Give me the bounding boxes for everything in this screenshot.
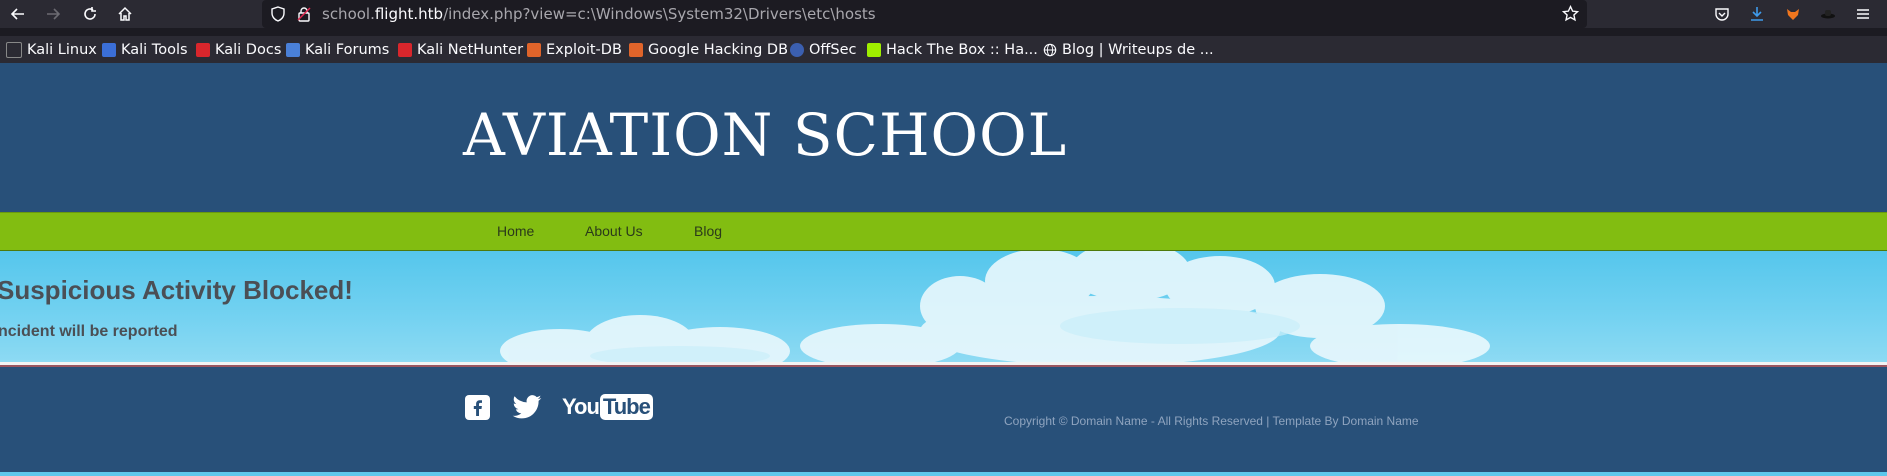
bookmark-label: Blog | Writeups de ... [1062,42,1214,58]
bookmark-label: Kali Forums [305,42,390,58]
site-title[interactable]: AVIATION SCHOOL [463,101,1067,169]
web-page: AVIATION SCHOOL Home About Us Blog Suspi… [0,63,1887,476]
offsec-icon [790,43,804,57]
fox-extension-icon [1787,9,1799,20]
bookmark-blog-writeups[interactable]: Blog | Writeups de ... [1043,40,1214,60]
bookmark-label: Google Hacking DB [648,42,789,58]
reload-button[interactable] [79,3,101,25]
youtube-tube-text: Tube [599,394,653,420]
address-bar[interactable]: school.flight.htb/index.php?view=c:\Wind… [262,0,1587,28]
bookmark-kali-tools[interactable]: Kali Tools [102,40,188,60]
bookmark-google-hacking-db[interactable]: Google Hacking DB [629,40,788,60]
youtube-icon: You Tube [562,394,653,420]
pocket-icon [1715,8,1729,21]
hero-subtitle: ncident will be reported [0,323,178,340]
kali-dragon-icon [6,42,22,58]
downloads-button[interactable] [1746,3,1768,25]
kali-forums-icon [286,43,300,57]
bookmark-offsec[interactable]: OffSec [790,40,857,60]
back-arrow-icon [10,8,24,20]
kali-nethunter-icon [398,43,412,57]
url-path: /index.php?view=c:\Windows\System32\Driv… [443,5,876,23]
hero-title: Suspicious Activity Blocked! [0,275,353,305]
kali-docs-icon [196,43,210,57]
bookmark-label: Kali Docs [215,42,282,58]
bookmark-kali-docs[interactable]: Kali Docs [196,40,281,60]
footer-bottom-strip [0,472,1887,476]
bookmark-star-icon[interactable] [1562,5,1579,22]
twitter-icon [512,395,542,419]
bookmark-label: Exploit-DB [546,42,622,58]
url-text[interactable]: school.flight.htb/index.php?view=c:\Wind… [322,5,876,23]
url-subdomain: school. [322,5,375,23]
reload-icon [84,7,96,20]
hero-banner: Suspicious Activity Blocked! ncident wil… [0,251,1887,362]
main-nav: Home About Us Blog [0,212,1887,252]
back-button[interactable] [7,3,29,25]
facebook-icon [465,395,490,420]
shield-icon[interactable] [270,6,286,22]
app-menu-button[interactable] [1852,3,1874,25]
kali-tools-icon [102,43,116,57]
site-footer: You Tube Copyright © Domain Name - All Ri… [0,367,1887,472]
twitter-link[interactable] [508,395,546,421]
download-icon [1751,7,1763,21]
bookmark-label: Kali Linux [27,42,97,58]
bookmark-label: OffSec [809,42,857,58]
clouds-illustration [500,251,1490,362]
nav-blog[interactable]: Blog [694,223,722,239]
bookmark-kali-forums[interactable]: Kali Forums [286,40,389,60]
exploit-db-icon [527,43,541,57]
page-info-icon[interactable] [296,6,312,22]
bookmark-hack-the-box[interactable]: Hack The Box :: Ha... [867,40,1038,60]
forward-button[interactable] [42,3,64,25]
nav-home[interactable]: Home [497,223,534,239]
forward-arrow-icon [47,8,61,20]
youtube-you-text: You [562,394,600,419]
browser-toolbar: school.flight.htb/index.php?view=c:\Wind… [0,0,1887,28]
youtube-link[interactable]: You Tube [562,394,653,420]
site-header: AVIATION SCHOOL [0,63,1887,212]
pocket-button[interactable] [1711,3,1733,25]
bookmark-label: Kali NetHunter [417,42,524,58]
bookmark-label: Hack The Box :: Ha... [886,42,1038,58]
ghdb-icon [629,43,643,57]
home-icon [118,6,132,21]
facebook-link[interactable] [465,395,490,420]
hamburger-menu-icon [1857,9,1869,19]
bookmark-kali-linux[interactable]: Kali Linux [6,40,97,60]
bookmark-label: Kali Tools [121,42,188,58]
nav-about-us[interactable]: About Us [585,223,643,239]
home-button[interactable] [114,3,136,25]
url-host: flight.htb [374,5,444,23]
extension-fox-button[interactable] [1782,3,1804,25]
extension-hat-button[interactable] [1817,3,1839,25]
globe-icon [1043,43,1057,57]
copyright-text: Copyright © Domain Name - All Rights Res… [1004,414,1419,428]
bookmark-kali-nethunter[interactable]: Kali NetHunter [398,40,523,60]
bookmarks-toolbar: Kali Linux Kali Tools Kali Docs Kali For… [0,36,1887,63]
bookmark-exploit-db[interactable]: Exploit-DB [527,40,622,60]
htb-cube-icon [867,43,881,57]
hat-extension-icon [1821,10,1835,19]
